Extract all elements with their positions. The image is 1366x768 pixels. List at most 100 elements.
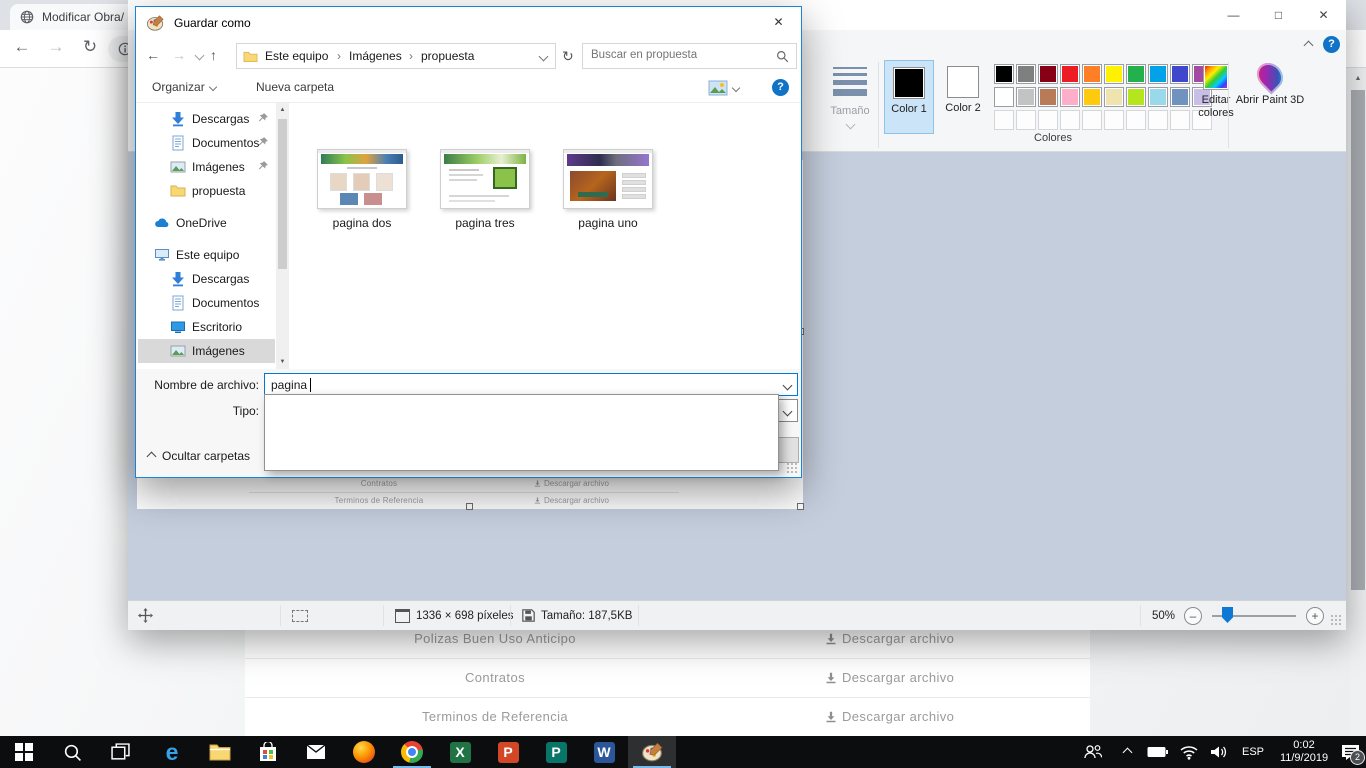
download-link[interactable]: Descargar archivo: [825, 709, 954, 724]
organize-button[interactable]: Organizar: [152, 80, 216, 94]
taskbar-excel[interactable]: X: [436, 736, 484, 768]
taskbar-file-explorer[interactable]: [196, 736, 244, 768]
crumb-item[interactable]: Imágenes: [349, 49, 402, 63]
palette-swatch[interactable]: [1104, 87, 1124, 107]
browser-forward-button[interactable]: →: [44, 37, 68, 57]
file-item[interactable]: pagina uno: [553, 149, 663, 230]
breadcrumb-dropdown-icon[interactable]: [539, 52, 549, 62]
forward-button[interactable]: →: [172, 47, 186, 63]
scroll-up-icon[interactable]: ▲: [276, 103, 289, 117]
palette-swatch-empty[interactable]: [1148, 110, 1168, 130]
palette-swatch[interactable]: [1104, 64, 1124, 84]
palette-swatch[interactable]: [1148, 87, 1168, 107]
sidebar-item-este-equipo[interactable]: Este equipo: [138, 243, 275, 267]
color2-button[interactable]: Color 2: [938, 60, 988, 134]
hide-folders-button[interactable]: Ocultar carpetas: [148, 449, 250, 463]
dialog-resize-grip[interactable]: [786, 462, 798, 474]
filename-dropdown-icon[interactable]: [783, 381, 793, 391]
palette-swatch[interactable]: [1148, 64, 1168, 84]
taskbar-publisher[interactable]: P: [532, 736, 580, 768]
wifi-icon[interactable]: [1174, 736, 1204, 768]
sidebar-item-documentos[interactable]: Documentos: [138, 131, 275, 155]
taskbar-firefox[interactable]: [340, 736, 388, 768]
sidebar-item-imagenes[interactable]: Imágenes: [138, 155, 275, 179]
sidebar-item-propuesta[interactable]: propuesta: [138, 179, 275, 203]
palette-swatch-empty[interactable]: [1038, 110, 1058, 130]
window-resize-grip[interactable]: [1330, 614, 1342, 626]
refresh-button[interactable]: ↻: [562, 48, 574, 65]
palette-swatch[interactable]: [1082, 87, 1102, 107]
palette-swatch[interactable]: [1060, 64, 1080, 84]
taskbar-paint-active[interactable]: [628, 736, 676, 768]
help-button[interactable]: ?: [772, 79, 789, 96]
size-button[interactable]: Tamaño: [826, 64, 874, 131]
tray-expand-button[interactable]: [1114, 736, 1140, 768]
palette-swatch[interactable]: [994, 87, 1014, 107]
crumb-item[interactable]: Este equipo: [265, 49, 328, 63]
palette-swatch[interactable]: [1016, 64, 1036, 84]
language-indicator[interactable]: ESP: [1236, 736, 1270, 768]
resize-handle-corner[interactable]: [797, 503, 804, 510]
color1-button[interactable]: Color 1: [884, 60, 934, 134]
dialog-titlebar[interactable]: Guardar como ✕: [136, 7, 801, 39]
clock[interactable]: 0:02 11/9/2019: [1274, 736, 1334, 768]
palette-swatch-empty[interactable]: [1126, 110, 1146, 130]
dialog-close-button[interactable]: ✕: [756, 7, 801, 37]
palette-swatch[interactable]: [1016, 87, 1036, 107]
search-box[interactable]: Buscar en propuesta: [582, 43, 797, 69]
scroll-down-icon[interactable]: ▼: [276, 355, 289, 369]
sidebar-item-documentos-2[interactable]: Documentos: [138, 291, 275, 315]
sidebar-item-imagenes-2[interactable]: Imágenes: [138, 339, 275, 363]
taskbar-word[interactable]: W: [580, 736, 628, 768]
back-button[interactable]: ←: [146, 47, 160, 63]
palette-swatch-empty[interactable]: [1104, 110, 1124, 130]
sidebar-item-descargas[interactable]: Descargas: [138, 107, 275, 131]
sidebar-item-descargas-2[interactable]: Descargas: [138, 267, 275, 291]
start-button[interactable]: [0, 736, 48, 768]
sidebar-item-escritorio[interactable]: Escritorio: [138, 315, 275, 339]
taskbar-mail[interactable]: [292, 736, 340, 768]
browser-back-button[interactable]: ←: [10, 37, 34, 57]
zoom-in-button[interactable]: +: [1306, 601, 1324, 630]
view-mode-button[interactable]: [708, 80, 739, 96]
taskbar-chrome[interactable]: [388, 736, 436, 768]
paint-help-button[interactable]: ?: [1323, 36, 1340, 53]
open-paint3d-button[interactable]: Abrir Paint 3D: [1234, 62, 1306, 107]
recent-locations-icon[interactable]: [195, 51, 205, 61]
palette-swatch[interactable]: [994, 64, 1014, 84]
palette-swatch-empty[interactable]: [994, 110, 1014, 130]
new-folder-button[interactable]: Nueva carpeta: [256, 80, 334, 94]
palette-swatch[interactable]: [1038, 87, 1058, 107]
taskbar-powerpoint[interactable]: P: [484, 736, 532, 768]
cancel-button-partial[interactable]: [776, 437, 799, 463]
taskbar-search-button[interactable]: [48, 736, 96, 768]
maximize-button[interactable]: □: [1256, 0, 1301, 30]
people-button[interactable]: [1078, 736, 1108, 768]
palette-swatch[interactable]: [1126, 64, 1146, 84]
file-item[interactable]: pagina dos: [307, 149, 417, 230]
palette-swatch[interactable]: [1060, 87, 1080, 107]
scrollbar-thumb[interactable]: [1351, 90, 1365, 590]
browser-scrollbar[interactable]: ▲: [1350, 68, 1366, 736]
file-item[interactable]: pagina tres: [430, 149, 540, 230]
zoom-out-button[interactable]: –: [1184, 601, 1202, 630]
palette-swatch[interactable]: [1126, 87, 1146, 107]
type-dropdown-icon[interactable]: [783, 407, 793, 417]
crumb-item[interactable]: propuesta: [421, 49, 474, 63]
download-link[interactable]: Descargar archivo: [825, 631, 954, 646]
palette-swatch[interactable]: [1082, 64, 1102, 84]
battery-icon[interactable]: [1142, 736, 1172, 768]
filename-autocomplete-dropdown[interactable]: [264, 394, 779, 471]
collapse-ribbon-icon[interactable]: [1304, 41, 1314, 51]
task-view-button[interactable]: [96, 736, 144, 768]
volume-icon[interactable]: [1204, 736, 1234, 768]
download-link[interactable]: Descargar archivo: [825, 670, 954, 685]
close-button[interactable]: ✕: [1301, 0, 1346, 30]
sidebar-scrollbar[interactable]: ▲ ▼: [276, 103, 289, 369]
zoom-slider-handle[interactable]: [1222, 607, 1233, 623]
scrollbar-thumb[interactable]: [278, 119, 287, 269]
taskbar-store[interactable]: [244, 736, 292, 768]
palette-swatch-empty[interactable]: [1082, 110, 1102, 130]
sidebar-item-onedrive[interactable]: OneDrive: [138, 211, 275, 235]
taskbar-edge[interactable]: e: [148, 736, 196, 768]
